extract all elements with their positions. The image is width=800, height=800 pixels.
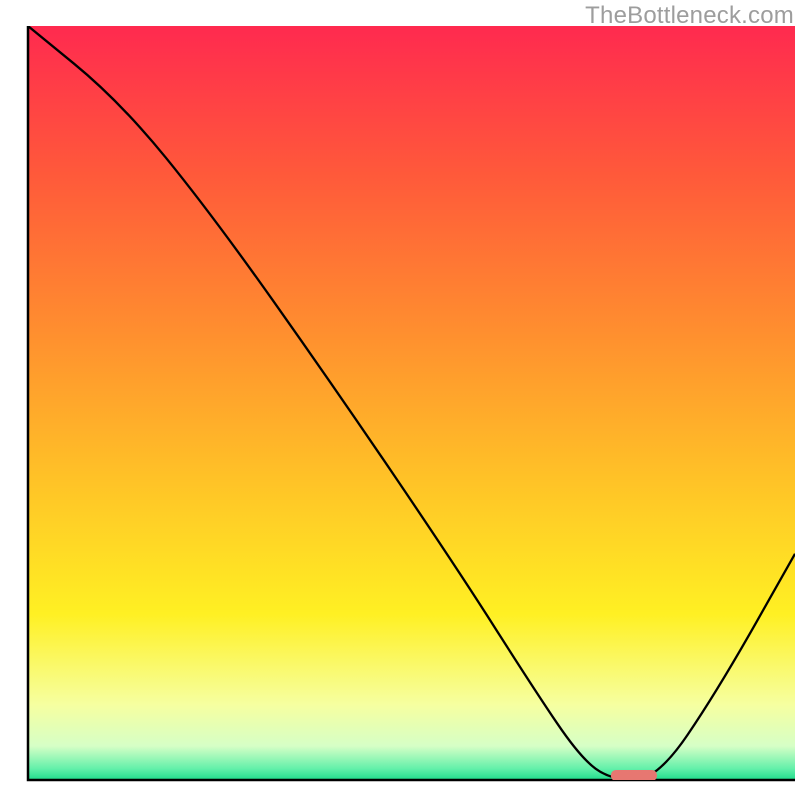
watermark-text: TheBottleneck.com <box>585 2 794 30</box>
gradient-background <box>28 26 795 780</box>
plot-svg <box>0 0 800 800</box>
chart-container: TheBottleneck.com <box>0 0 800 800</box>
optimum-marker <box>611 770 657 781</box>
